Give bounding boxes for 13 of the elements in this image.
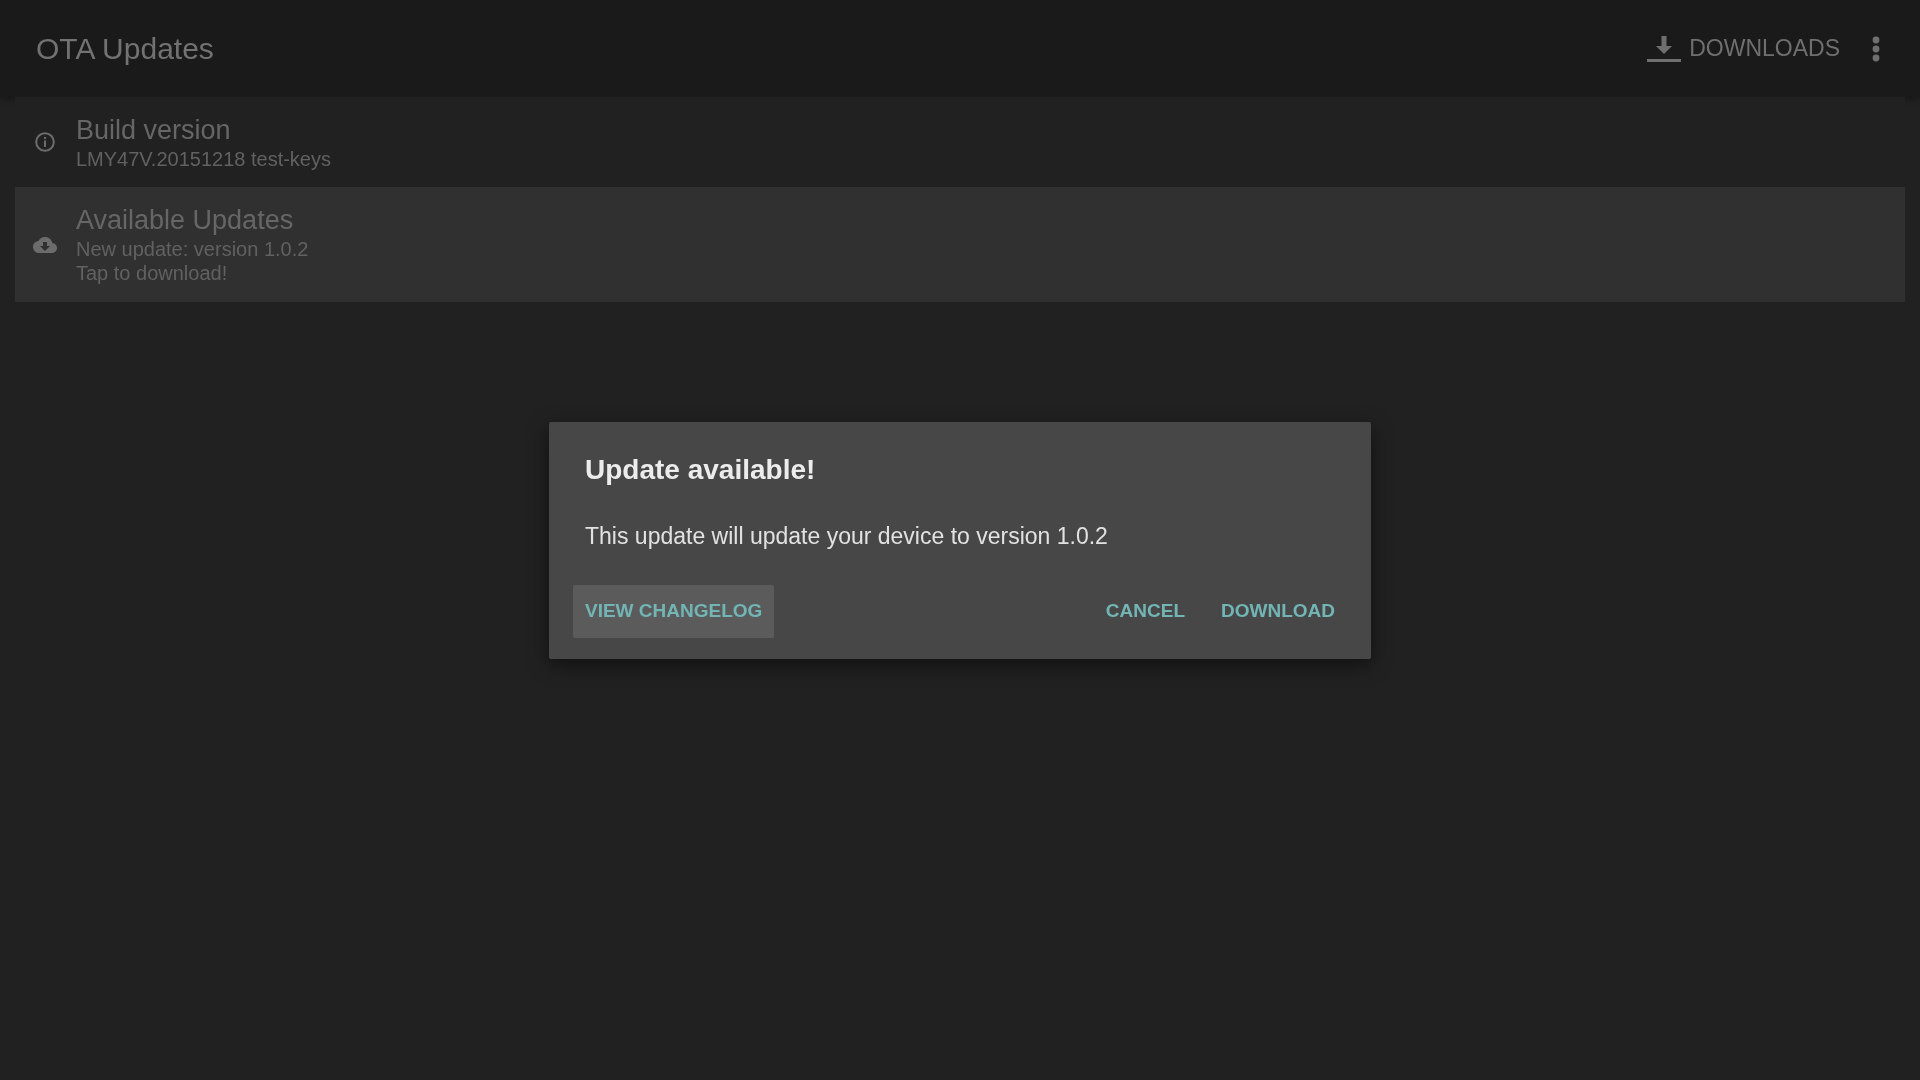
download-button[interactable]: DOWNLOAD xyxy=(1209,584,1347,638)
changelog-button[interactable]: VIEW CHANGELOG xyxy=(573,584,775,638)
more-options-icon[interactable] xyxy=(1872,35,1880,62)
app-title: OTA Updates xyxy=(36,31,214,66)
downloads-button[interactable]: DOWNLOADS xyxy=(1645,31,1842,66)
dialog-message: This update will update your device to version 1.0.2 xyxy=(584,521,1109,551)
dialog-title: Update available! xyxy=(584,452,817,487)
cloud-download-icon xyxy=(33,236,57,253)
info-icon xyxy=(35,132,55,152)
row-summary: LMY47V.20151218 test-keys xyxy=(76,146,331,171)
download-icon xyxy=(1647,35,1682,62)
cancel-button[interactable]: CANCEL xyxy=(1093,584,1197,638)
row-title: Build version xyxy=(76,113,231,146)
